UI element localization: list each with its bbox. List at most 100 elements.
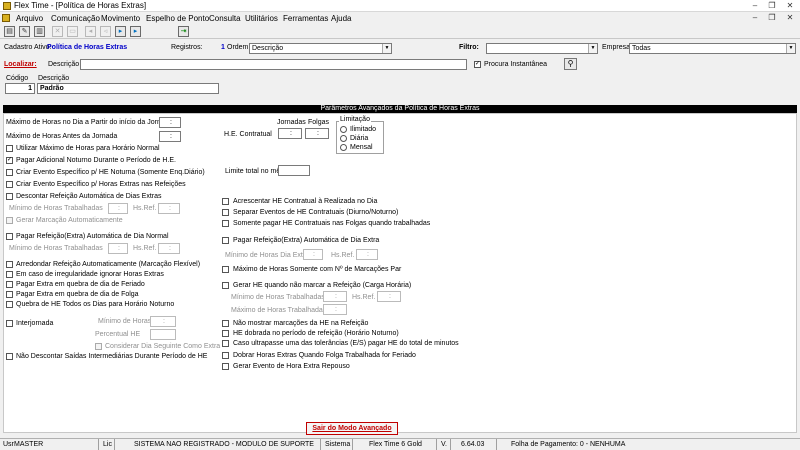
restore-icon[interactable]: ❐ [765,1,779,11]
close-icon[interactable]: ✕ [783,1,797,11]
menu-comunicacao[interactable]: Comunicação [51,14,100,23]
gerar-he-refeicao-checkbox[interactable] [222,282,229,289]
he-contratual-folgas-field[interactable]: : [305,128,329,139]
search-icon[interactable]: ⚲ [564,58,577,70]
criar-evento-noturna-checkbox[interactable] [6,169,13,176]
first-icon[interactable]: ◂ [85,26,96,37]
hs-ref-2-field[interactable]: : [158,243,180,254]
max-horas-trab-field[interactable]: : [323,304,347,315]
caso-ultrapasse-checkbox[interactable] [222,340,229,347]
ordem-value: Descrição [252,45,284,52]
empresa-select[interactable]: Todas ▼ [629,43,796,54]
edit-icon[interactable]: ✎ [19,26,30,37]
min-horas-trab-field[interactable]: : [108,203,128,214]
mdi-close-icon[interactable]: ✕ [783,13,797,23]
limitacao-ilimitado-label: Ilimitado [350,126,377,133]
utilizar-max-checkbox[interactable] [6,145,13,152]
limitacao-ilimitado-radio[interactable] [340,126,347,133]
chevron-down-icon[interactable]: ▼ [588,44,597,53]
ordem-select[interactable]: Descrição ▼ [249,43,392,54]
filtro-select[interactable]: ▼ [486,43,598,54]
localizar-input[interactable] [80,59,467,70]
limite-total-label: Limite total no mês [225,168,284,175]
hs-ref-4-label: Hs.Ref. [352,294,376,301]
delete-icon[interactable]: ✕ [52,26,63,37]
max-antes-field[interactable]: : [159,131,181,142]
somente-folgas-checkbox[interactable] [222,220,229,227]
he-dobrada-checkbox[interactable] [222,330,229,337]
limitacao-diaria-radio[interactable] [340,135,347,142]
acrescentar-checkbox[interactable] [222,198,229,205]
empresa-value: Todas [632,45,651,52]
menu-ferramentas[interactable]: Ferramentas [283,14,328,23]
hs-ref-field[interactable]: : [158,203,180,214]
pagar-refeicao-normal-checkbox[interactable] [6,233,13,240]
gerar-marcacao-label: Gerar Marcação Automaticamente [16,217,123,224]
next-icon[interactable]: ▸ [115,26,126,37]
menu-espelho-de-ponto[interactable]: Espelho de Ponto [146,14,209,23]
irregularidade-checkbox[interactable] [6,271,13,278]
mdi-restore-icon[interactable]: ❐ [765,13,779,23]
exit-icon[interactable]: ⇥ [178,26,189,37]
minimo-horas-field[interactable]: : [150,316,176,327]
chevron-down-icon[interactable]: ▼ [382,44,391,53]
min-horas-trab-3-field[interactable]: : [323,291,347,302]
quebra-folga-checkbox[interactable] [6,291,13,298]
codigo-field[interactable]: 1 [5,83,35,94]
interjornada-checkbox[interactable] [6,320,13,327]
previous-icon[interactable]: ◃ [100,26,111,37]
empresa-label: Empresa [602,44,631,51]
pagar-adicional-label: Pagar Adicional Noturno Durante o Períod… [16,157,176,164]
status-versao-label: V. [441,441,447,448]
hs-ref-3-field[interactable]: : [356,249,378,260]
pagar-refeicao-normal-label: Pagar Refeição(Extra) Automática de Dia … [16,233,169,240]
somente-folgas-label: Somente pagar HE Contratuais nas Folgas … [233,220,431,227]
pagar-refeicao-extra-label: Pagar Refeição(Extra) Automática de Dia … [233,237,380,244]
cadastro-ativo-value: Política de Horas Extras [47,44,128,51]
mdi-minimize-icon[interactable]: – [748,13,762,23]
save-icon[interactable]: ▥ [34,26,45,37]
max-marcacoes-checkbox[interactable] [222,266,229,273]
hs-ref-4-field[interactable]: : [377,291,401,302]
descontar-refeicao-checkbox[interactable] [6,193,13,200]
separar-checkbox[interactable] [222,209,229,216]
percentual-he-field[interactable] [150,329,176,340]
last-icon[interactable]: ▸ [130,26,141,37]
hs-ref-3-label: Hs.Ref. [331,252,355,259]
quebra-noturno-checkbox[interactable] [6,301,13,308]
min-horas-trab-2-field[interactable]: : [108,243,128,254]
nao-mostrar-checkbox[interactable] [222,320,229,327]
minimize-icon[interactable]: – [748,1,762,11]
procura-instantanea-checkbox[interactable]: ✓ [474,61,481,68]
pagar-adicional-checkbox[interactable]: ✓ [6,157,13,164]
chevron-down-icon[interactable]: ▼ [786,44,795,53]
gerar-evento-repouso-checkbox[interactable] [222,363,229,370]
criar-evento-refeicoes-checkbox[interactable] [6,181,13,188]
max-inicio-field[interactable]: : [159,117,181,128]
dobrar-horas-label: Dobrar Horas Extras Quando Folga Trabalh… [233,352,416,359]
print-icon[interactable]: ▭ [67,26,78,37]
min-horas-trab-2-label: Mínimo de Horas Trabalhadas [9,245,103,252]
menu-movimento[interactable]: Movimento [101,14,140,23]
nao-descontar-checkbox[interactable] [6,353,13,360]
menu-arquivo[interactable]: Arquivo [16,14,43,23]
min-horas-dia-extra-field[interactable]: : [303,249,323,260]
new-icon[interactable]: ▤ [4,26,15,37]
limite-total-field[interactable] [278,165,310,176]
he-contratual-jornadas-field[interactable]: : [278,128,302,139]
gerar-marcacao-checkbox[interactable] [6,217,13,224]
limitacao-mensal-radio[interactable] [340,144,347,151]
localizar-descricao-label: Descrição [48,61,80,68]
quebra-feriado-checkbox[interactable] [6,281,13,288]
considerar-dia-checkbox[interactable] [95,343,102,350]
menu-ajuda[interactable]: Ajuda [331,14,351,23]
dobrar-horas-checkbox[interactable] [222,352,229,359]
descricao-field[interactable]: Padrão [37,83,219,94]
pagar-refeicao-extra-checkbox[interactable] [222,237,229,244]
menu-utilitarios[interactable]: Utilitários [245,14,278,23]
sair-modo-avancado-button[interactable]: Sair do Modo Avançado [306,422,398,435]
menu-consulta[interactable]: Consulta [209,14,241,23]
descricao-label: Descrição [38,75,70,82]
arredondar-checkbox[interactable] [6,261,13,268]
limitacao-mensal-label: Mensal [350,144,373,151]
